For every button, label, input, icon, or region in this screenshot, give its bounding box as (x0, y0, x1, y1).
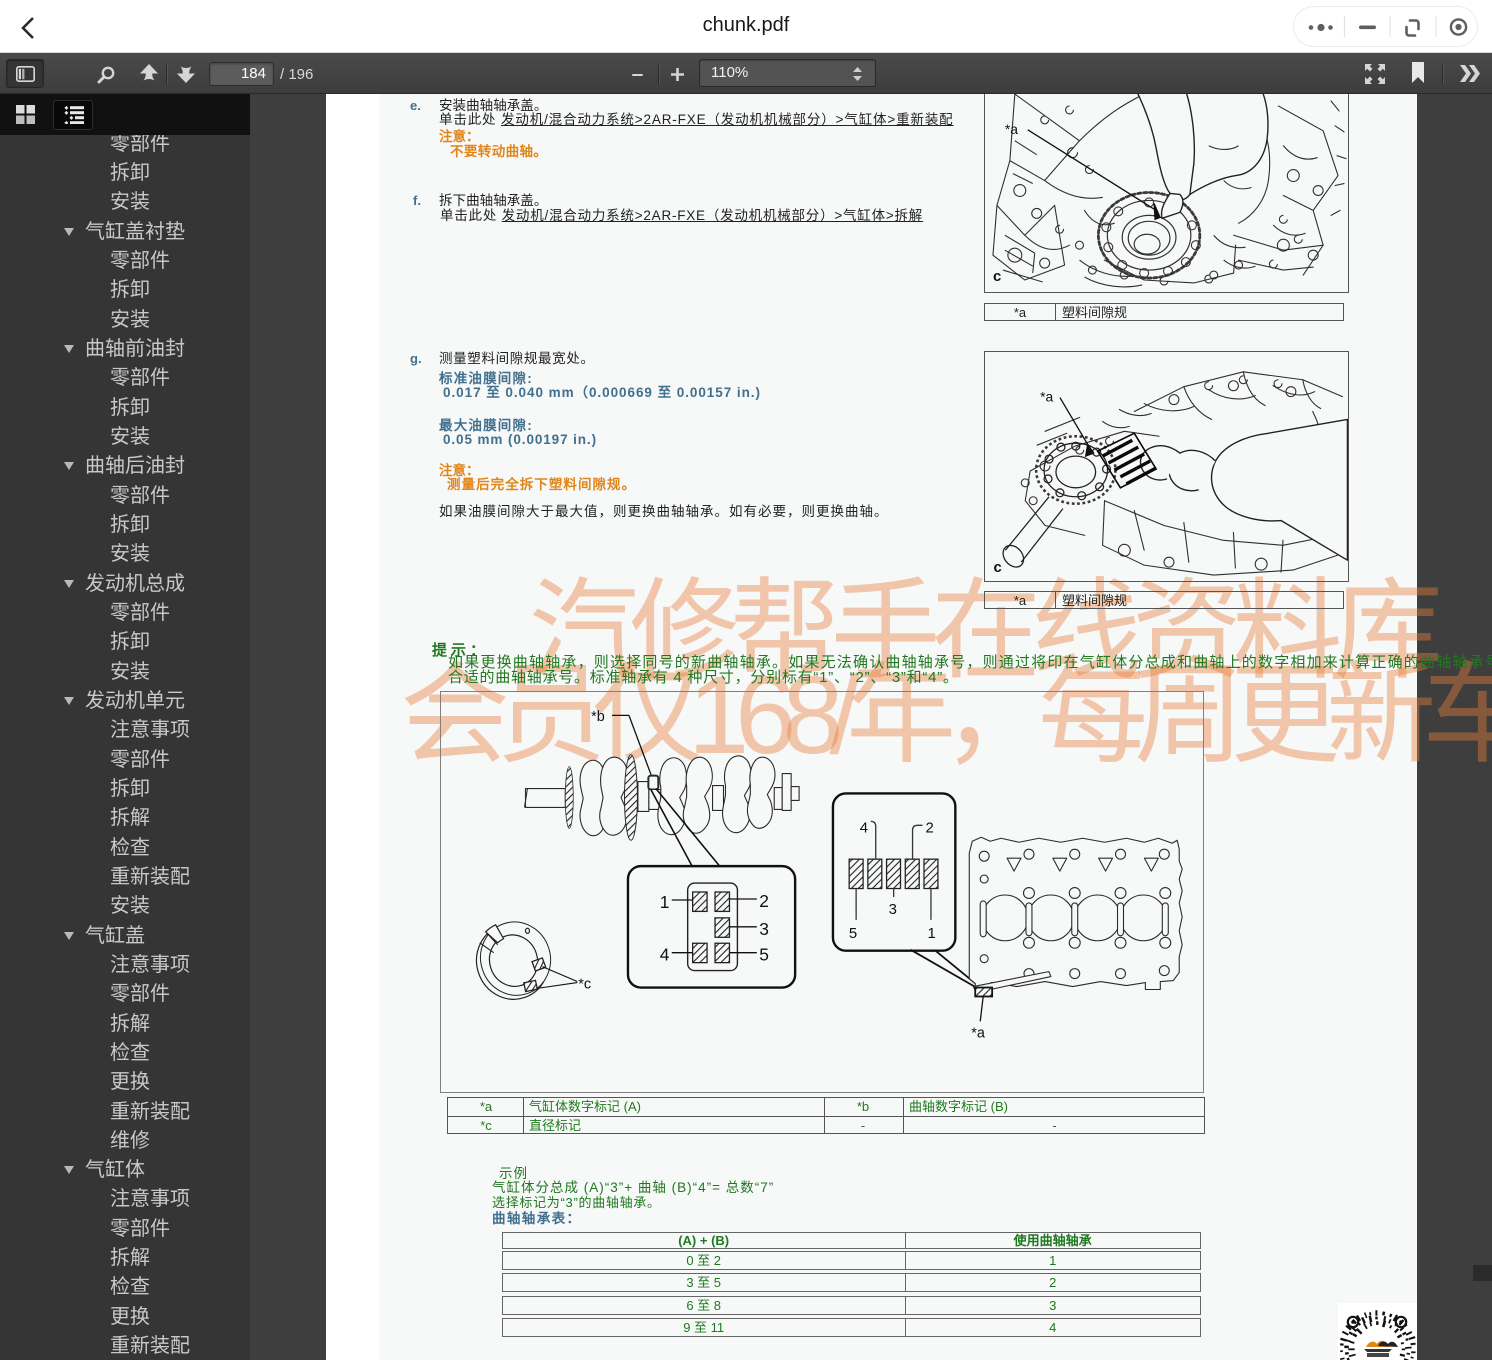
svg-text:3: 3 (759, 919, 769, 939)
svg-text:1: 1 (660, 892, 670, 912)
svg-text:*a: *a (1004, 121, 1017, 137)
svg-text:2: 2 (925, 819, 933, 836)
svg-text:1: 1 (927, 925, 935, 942)
svg-text:5: 5 (759, 945, 769, 965)
svg-text:c: c (993, 560, 1001, 576)
svg-text:4: 4 (660, 945, 670, 965)
svg-text:c: c (992, 269, 1000, 285)
svg-text:*b: *b (591, 709, 605, 725)
svg-text:2: 2 (759, 891, 769, 911)
svg-text:3: 3 (889, 901, 897, 918)
svg-text:*c: *c (578, 977, 591, 993)
svg-text:4: 4 (860, 819, 868, 836)
svg-text:5: 5 (849, 925, 857, 942)
svg-text:*a: *a (1040, 389, 1053, 405)
svg-text:*a: *a (971, 1025, 986, 1041)
